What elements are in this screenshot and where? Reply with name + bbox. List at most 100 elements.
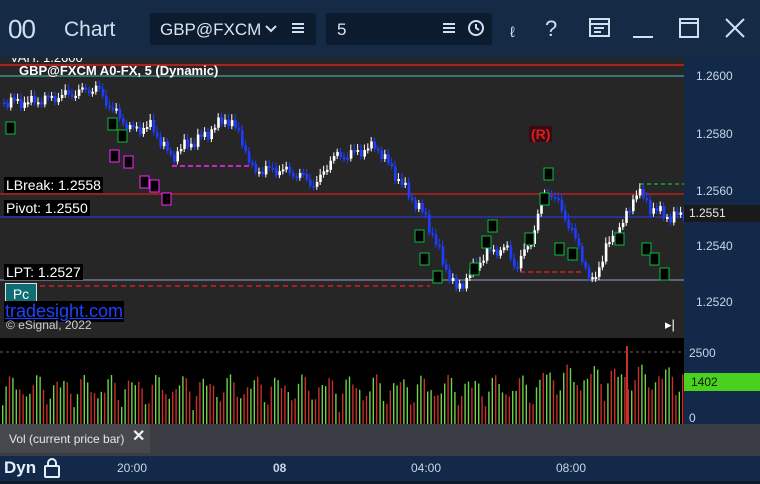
volume-bar [535,387,538,424]
candle-body [655,208,659,212]
symbol-selector[interactable]: GBP@FXCM [150,13,316,45]
volume-bar [464,383,466,424]
candle-body [315,181,319,187]
candle-body [135,126,139,129]
volume-bar [49,398,51,424]
volume-bar [488,391,490,424]
candle-body [465,277,468,289]
volume-bar [246,387,249,424]
volume-bar [437,395,439,424]
sequential-count-marker [161,192,172,206]
volume-bar [631,390,633,424]
candle-body [261,171,264,175]
candle-body [625,210,628,223]
volume-bar [644,374,646,424]
help-icon[interactable]: ? [545,16,557,42]
lock-icon[interactable] [42,457,62,484]
volume-bar [151,384,153,424]
volume-bar [559,390,561,424]
price-axis[interactable]: 1.2600 1.2580 1.2560 1.2540 1.2520 1.255… [684,58,760,338]
volume-bar [253,380,255,424]
volume-bar [304,377,306,424]
time-axis[interactable]: Dyn 20:00 08 04:00 08:00 [0,456,760,481]
volume-bar [107,379,109,424]
candle-body [57,98,60,103]
candle-body [679,212,683,215]
volume-bar [36,375,38,424]
interval-selector[interactable]: 5 [326,13,492,45]
list-icon[interactable] [441,17,457,44]
volume-bar [331,380,334,424]
sequential-count-marker [659,267,670,281]
candle-body [278,171,281,176]
volume-bar [372,377,374,424]
candle-body [669,217,672,223]
candle-body [642,188,645,198]
scroll-end-icon[interactable]: ▸| [665,317,675,333]
candle-body [217,117,220,128]
volume-bar [199,382,201,424]
volume-bar [280,388,283,424]
list-icon[interactable] [290,17,306,44]
volume-bar [114,382,116,424]
volume-bar [576,385,578,424]
volume-bar [185,378,187,424]
volume-bar [284,385,286,424]
volume-pane[interactable] [0,338,684,424]
volume-bar [56,381,58,424]
volume-bar [501,392,504,424]
close-study-icon[interactable]: ✕ [132,426,145,446]
time-tick: 04:00 [411,461,442,475]
candle-body [343,157,346,160]
price-tick: 1.2600 [696,69,733,83]
candle-body [220,117,224,125]
candle-body [23,102,26,108]
interval-input[interactable]: 5 [337,20,346,40]
clock-icon[interactable] [466,17,486,44]
chevron-down-icon[interactable] [264,18,278,43]
volume-bar [583,380,585,424]
dyn-mode-label[interactable]: Dyn [4,458,36,478]
symbol-input[interactable]: GBP@FXCM [160,20,268,40]
candle-body [145,127,149,130]
volume-bar [648,387,650,424]
volume-bar [168,398,170,424]
volume-bar [620,374,623,424]
candle-body [16,98,20,101]
volume-bar [131,382,133,424]
volume-bar [338,412,340,424]
volume-bar [410,404,412,424]
volume-bar [420,375,422,424]
volume-bar [223,392,225,424]
candle-body [108,105,111,108]
candle-body [30,95,33,103]
candle-body [322,171,326,175]
candle-body [77,89,81,96]
price-chart[interactable]: GBP@FXCM A0-FX, 5 (Dynamic) VAH: 1.2600 … [0,58,684,338]
maximize-icon[interactable] [678,17,700,44]
volume-bar [566,364,568,424]
volume-bar [403,379,405,424]
volume-bar [447,374,449,424]
volume-bar [182,376,184,424]
candle-body [608,242,611,245]
price-chart-canvas[interactable] [0,58,684,338]
volume-bar [97,398,99,424]
candle-body [587,267,591,279]
candle-body [400,179,404,185]
candle-body [499,250,502,256]
candle-body [91,91,94,94]
price-tick: 1.2520 [696,295,733,309]
draw-icon[interactable]: ℓ [510,24,515,41]
layout-icon[interactable] [588,16,612,45]
volume-bar [641,364,643,424]
minimize-icon[interactable] [632,25,654,46]
close-icon[interactable] [724,17,746,44]
study-tab-volume[interactable]: Vol (current price bar) ✕ [0,424,150,453]
volume-bar [498,384,500,424]
volume-bar [19,389,21,424]
candle-body [526,246,530,250]
candle-body [166,141,169,151]
candle-body [414,200,417,210]
candle-body [329,160,332,170]
